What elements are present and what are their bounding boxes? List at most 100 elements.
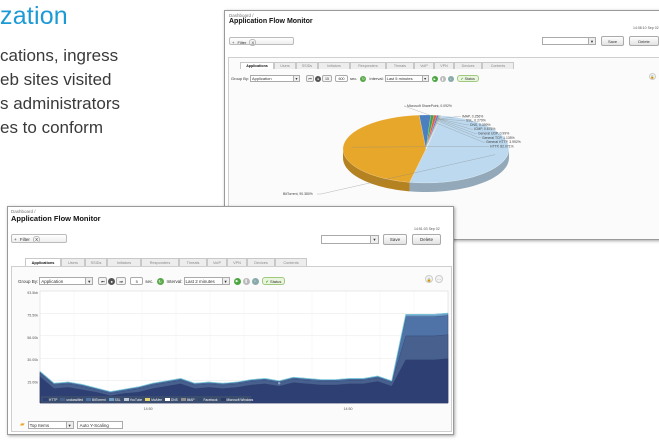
chart-footer: ▰ Top Items ▼ Auto Y-Scaling	[20, 420, 123, 429]
save-button[interactable]: Save	[601, 36, 624, 46]
play-icon[interactable]: ▶	[431, 75, 438, 82]
refresh-icon[interactable]: ↻	[360, 75, 367, 82]
slice-label: HTTP, 82.071%	[490, 144, 514, 148]
tab-initiators[interactable]: Initiators	[107, 258, 141, 266]
legend-item[interactable]: Facebook	[197, 398, 218, 402]
status-button[interactable]: ✔ Status	[261, 277, 286, 285]
save-button[interactable]: Save	[383, 234, 407, 245]
legend-item[interactable]: Microsoft Windows	[220, 397, 254, 402]
tab-devices[interactable]: Devices	[247, 258, 275, 266]
tab-vpn[interactable]: VPN	[227, 258, 247, 266]
auto-scaling-select[interactable]: Auto Y-Scaling	[76, 420, 123, 429]
tab-bar: Applications Users SSIDs Initiators Resp…	[25, 258, 307, 266]
tab-responders[interactable]: Responders	[141, 258, 179, 266]
status-label: Status	[270, 279, 282, 284]
legend-swatch	[165, 398, 170, 401]
chevron-down-icon: ▼	[421, 76, 428, 81]
group-by-label: Group By:	[231, 76, 250, 81]
tab-devices[interactable]: Devices	[454, 62, 482, 69]
lock-icon[interactable]: 🔒	[425, 275, 433, 283]
tab-responders[interactable]: Responders	[350, 62, 386, 69]
legend-item[interactable]: HTTP	[43, 398, 57, 402]
tab-applications[interactable]: Applications	[240, 62, 274, 69]
status-button[interactable]: ✔ Status	[456, 75, 479, 82]
lock-icon[interactable]: 🔒	[649, 73, 656, 80]
tab-applications[interactable]: Applications	[25, 258, 61, 266]
filter-button[interactable]: + Filter X	[11, 234, 67, 243]
legend-swatch	[60, 398, 66, 401]
slice-label: Microsoft SharePoint, 0.092%	[407, 104, 452, 108]
interval-label: Interval:	[369, 76, 384, 81]
front-window: Dashboard / Application Flow Monitor 14:…	[7, 206, 454, 435]
description-line: cations, ingress	[0, 46, 119, 65]
tab-vpn[interactable]: VPN	[434, 62, 454, 69]
tab-contents[interactable]: Contents	[482, 62, 514, 69]
legend-item[interactable]: DNS	[165, 398, 178, 402]
hover-marker	[277, 381, 281, 386]
tab-ssids[interactable]: SSIDs	[85, 258, 107, 266]
step-back-button[interactable]: ⏮	[98, 277, 108, 285]
auto-scaling-value: Auto Y-Scaling	[79, 422, 109, 428]
group-by-select[interactable]: Application ▼	[39, 277, 94, 285]
interval-label: Interval:	[166, 278, 183, 284]
group-by-value: Application	[41, 279, 64, 284]
top-items-select[interactable]: Top Items ▼	[27, 420, 74, 429]
tab-threats[interactable]: Threats	[179, 258, 207, 266]
interval-select[interactable]: Last 5 minutes ▼	[384, 75, 429, 82]
refresh-icon[interactable]: ↻	[156, 277, 164, 285]
zoom-icon[interactable]: ⌕	[251, 277, 259, 285]
chevron-down-icon: ▼	[370, 236, 378, 243]
legend-item[interactable]: unclassified	[60, 398, 83, 402]
close-icon[interactable]: X	[33, 236, 41, 243]
zoom-icon[interactable]: ⌕	[447, 75, 454, 82]
tab-users[interactable]: Users	[61, 258, 85, 266]
panel-controls: 🔒	[649, 73, 656, 80]
seconds-label: sec.	[145, 278, 154, 284]
tab-threats[interactable]: Threats	[386, 62, 414, 69]
plus-icon: +	[232, 40, 235, 45]
top-count-input[interactable]: 15	[322, 75, 333, 82]
tab-initiators[interactable]: Initiators	[318, 62, 350, 69]
top-count-input[interactable]: 5	[130, 277, 144, 285]
pause-icon[interactable]: ❚	[242, 277, 250, 285]
status-label: Status	[464, 77, 475, 81]
legend-swatch	[43, 398, 48, 401]
y-tick-label: 15.00k	[27, 381, 38, 385]
tab-contents[interactable]: Contents	[275, 258, 307, 266]
seconds-label: sec.	[350, 76, 358, 81]
legend-item[interactable]: SSL	[108, 397, 121, 402]
legend-item[interactable]: IMAP	[180, 398, 195, 402]
legend-swatch	[108, 398, 114, 401]
group-by-select[interactable]: Application ▼	[250, 75, 301, 82]
pause-icon[interactable]: ❚	[439, 75, 446, 82]
tab-users[interactable]: Users	[274, 62, 296, 69]
info-icon[interactable]: ●	[315, 75, 322, 82]
filter-button[interactable]: + Filter X	[229, 37, 294, 46]
legend-label: HTTP	[49, 397, 58, 402]
legend-label: BitTorrent	[91, 397, 106, 402]
timestamp: 14:51:03 Sep 02	[414, 227, 440, 231]
legend-item[interactable]: YouTube	[123, 398, 142, 402]
info-icon[interactable]: ●	[108, 277, 116, 285]
step-back-button[interactable]: ⏮	[306, 75, 315, 82]
legend-label: SSL	[114, 397, 121, 402]
legend-swatch	[220, 398, 226, 401]
play-icon[interactable]: ▶	[233, 277, 241, 285]
seconds-input[interactable]: 600	[335, 75, 349, 82]
group-by-label: Group By:	[18, 278, 39, 284]
close-icon[interactable]: X	[249, 39, 257, 46]
delete-button[interactable]: Delete	[412, 234, 441, 245]
delete-button[interactable]: Delete	[629, 36, 659, 46]
saved-view-select[interactable]: ▼	[542, 37, 596, 45]
legend-label: Microsoft Windows	[226, 397, 254, 402]
top-count-input[interactable]: ⏭	[116, 277, 127, 285]
tab-voip[interactable]: VoIP	[207, 258, 227, 266]
legend-item[interactable]: McAfee	[145, 398, 162, 402]
interval-select[interactable]: Last 2 minutes ▼	[183, 277, 230, 285]
tab-ssids[interactable]: SSIDs	[296, 62, 318, 69]
chevron-down-icon: ▼	[85, 278, 93, 284]
tab-voip[interactable]: VoIP	[414, 62, 434, 69]
legend-item[interactable]: BitTorrent	[85, 397, 106, 402]
more-icon[interactable]: ⋯	[435, 275, 443, 283]
saved-view-select[interactable]: ▼	[321, 235, 379, 244]
